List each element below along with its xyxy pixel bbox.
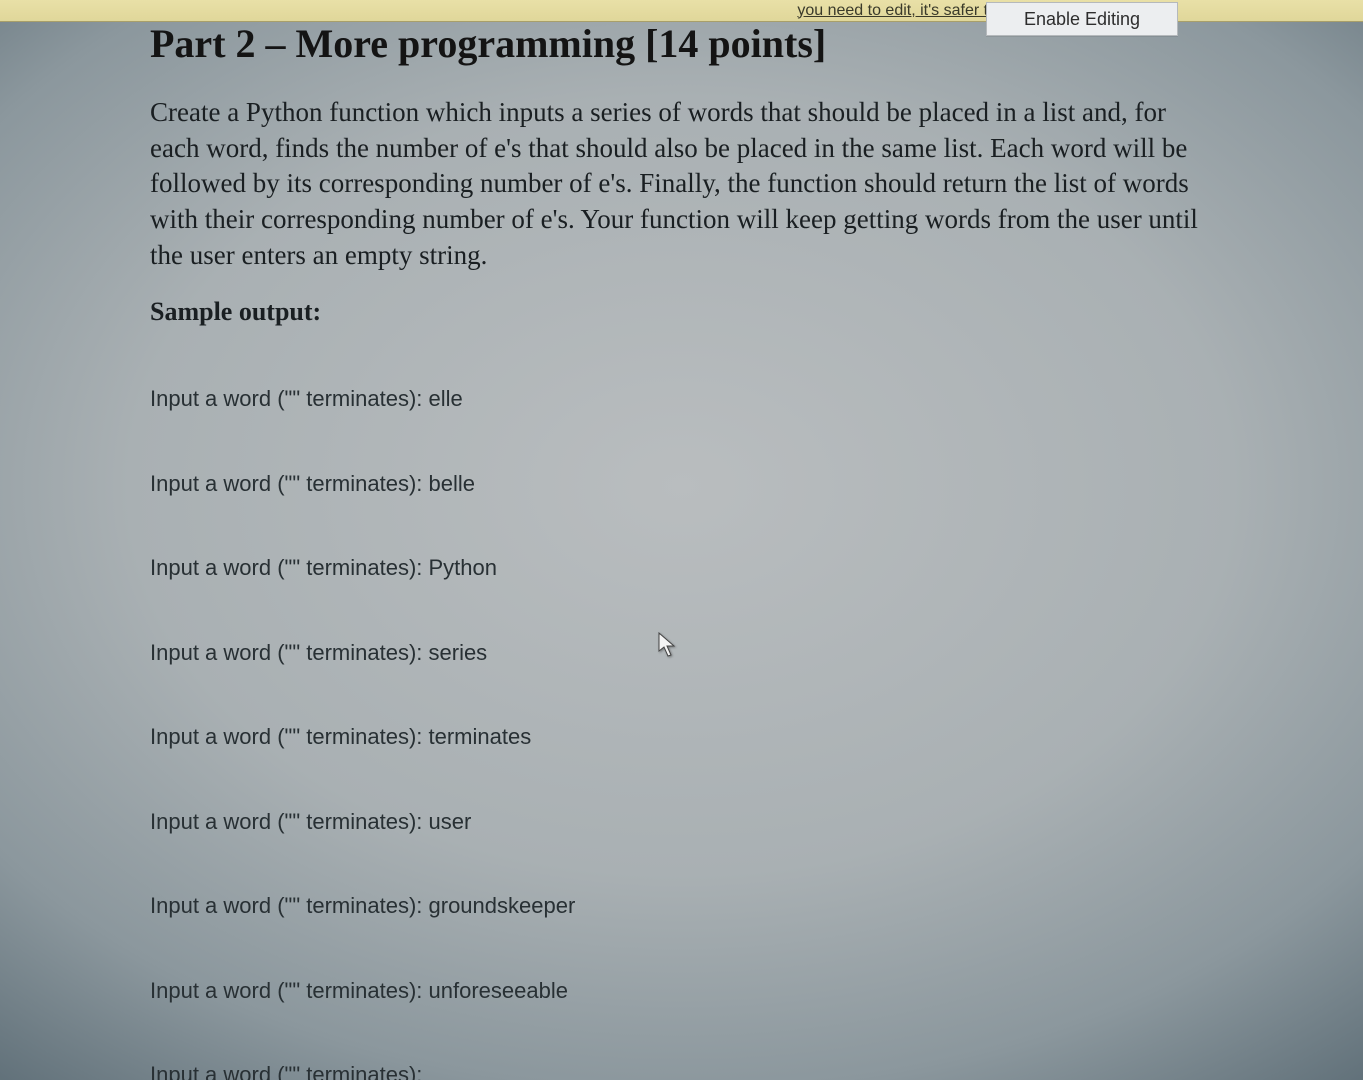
sample-line: Input a word ("" terminates): belle bbox=[150, 470, 1213, 498]
sample-line: Input a word ("" terminates): elle bbox=[150, 385, 1213, 413]
sample-output-block: Input a word ("" terminates): elle Input… bbox=[150, 329, 1213, 1080]
enable-editing-button[interactable]: Enable Editing bbox=[986, 2, 1178, 36]
sample-line: Input a word ("" terminates): series bbox=[150, 639, 1213, 667]
sample-line: Input a word ("" terminates): groundskee… bbox=[150, 892, 1213, 920]
document-page: you need to edit, it's safer to stay in … bbox=[0, 0, 1363, 1080]
sample-line: Input a word ("" terminates): user bbox=[150, 808, 1213, 836]
sample-line: Input a word ("" terminates): unforeseea… bbox=[150, 977, 1213, 1005]
sample-output-label: Sample output: bbox=[150, 297, 1213, 327]
problem-description: Create a Python function which inputs a … bbox=[150, 95, 1213, 273]
sample-line: Input a word ("" terminates): Python bbox=[150, 554, 1213, 582]
sample-line: Input a word ("" terminates): terminates bbox=[150, 723, 1213, 751]
enable-editing-label: Enable Editing bbox=[1024, 9, 1140, 30]
sample-line: Input a word ("" terminates): bbox=[150, 1061, 1213, 1080]
